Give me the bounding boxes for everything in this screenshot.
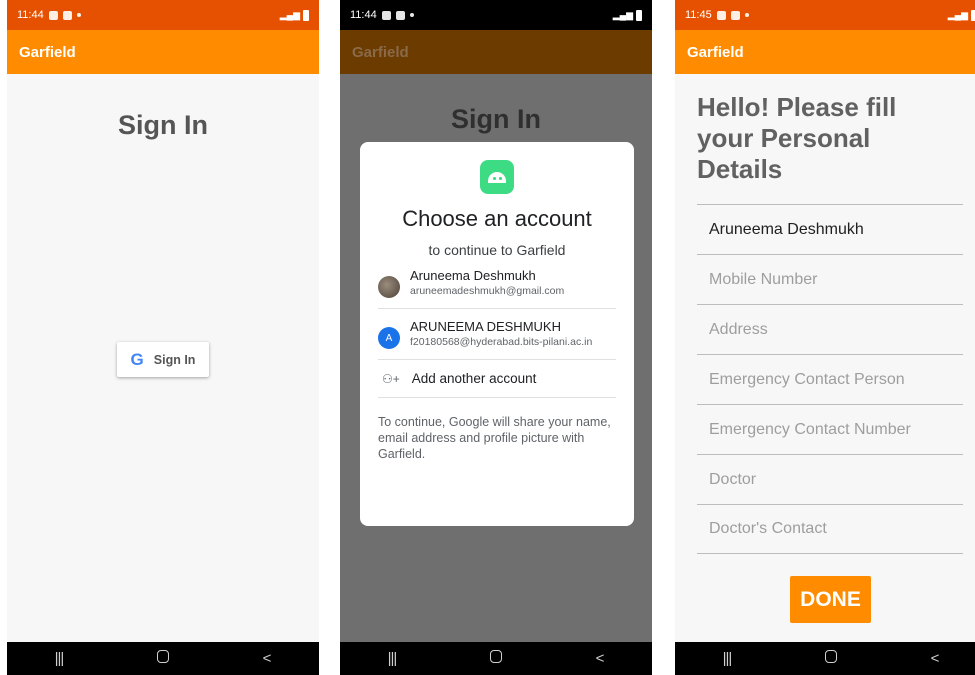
phone-screen-sign-in: 11:44 ▂▄▆ Garfield Sign In G Sign In |||… [7, 0, 319, 675]
emergency-contact-number-field[interactable]: Emergency Contact Number [697, 404, 963, 454]
app-title: Garfield [19, 43, 76, 61]
account-option[interactable]: A ARUNEEMA DESHMUKH f20180568@hyderabad.… [378, 309, 616, 360]
done-button[interactable]: DONE [790, 576, 871, 623]
home-button[interactable] [811, 650, 851, 667]
app-bar: Garfield [675, 30, 975, 74]
signal-wifi-icon: ▂▄▆ [279, 9, 300, 20]
doctor-contact-field[interactable]: Doctor's Contact [697, 504, 963, 554]
account-email: f20180568@hyderabad.bits-pilani.ac.in [410, 336, 593, 348]
status-time: 11:44 [17, 9, 44, 21]
emergency-contact-person-field[interactable]: Emergency Contact Person [697, 354, 963, 404]
notification-icon [62, 10, 72, 20]
status-bar: 11:44 ▂▄▆ [7, 0, 319, 30]
app-title: Garfield [352, 43, 409, 61]
dialog-subtitle: to continue to Garfield [428, 242, 566, 258]
add-account-label: Add another account [411, 371, 537, 386]
doctor-field[interactable]: Doctor [697, 454, 963, 504]
add-another-account-button[interactable]: ⚇+ Add another account [378, 360, 616, 398]
page-title: Sign In [451, 104, 541, 134]
back-button[interactable]: < [915, 650, 955, 667]
system-navigation-bar: ||| < [340, 642, 652, 675]
consent-text: To continue, Google will share your name… [378, 415, 611, 461]
account-name: ARUNEEMA DESHMUKH [410, 319, 561, 334]
choose-account-dialog: Choose an account to continue to Garfiel… [360, 142, 634, 526]
avatar: A [378, 327, 400, 349]
address-field[interactable]: Address [697, 304, 963, 354]
signal-wifi-icon: ▂▄▆ [947, 9, 968, 20]
account-name: Aruneema Deshmukh [410, 268, 536, 283]
name-value: Aruneema Deshmukh [709, 220, 864, 238]
app-bar: Garfield [340, 30, 652, 74]
back-button[interactable]: < [580, 650, 620, 667]
gallery-notification-icon [716, 10, 726, 20]
recent-apps-button[interactable]: ||| [372, 650, 412, 667]
app-title: Garfield [687, 43, 744, 61]
page-title: Sign In [118, 110, 208, 140]
mobile-number-field[interactable]: Mobile Number [697, 254, 963, 304]
linkedin-notification-icon [395, 10, 405, 20]
home-icon [490, 650, 502, 663]
form-heading: Hello! Please fill your Personal Details [697, 92, 897, 184]
dialog-title: Choose an account [402, 206, 592, 231]
personal-details-form: Hello! Please fill your Personal Details… [675, 74, 975, 642]
phone-screen-choose-account: 11:44 ▂▄▆ Garfield Sign In Choose an acc… [340, 0, 652, 675]
google-logo-icon: G [130, 349, 144, 369]
linkedin-notification-icon [48, 10, 58, 20]
avatar [378, 276, 400, 298]
google-sign-in-button[interactable]: G Sign In [117, 342, 209, 377]
signal-wifi-icon: ▂▄▆ [612, 9, 633, 20]
account-email: aruneemadeshmukh@gmail.com [410, 285, 565, 297]
status-time: 11:45 [685, 9, 712, 21]
add-person-icon: ⚇+ [382, 371, 400, 386]
gallery-notification-icon [381, 10, 391, 20]
home-icon [157, 650, 169, 663]
status-bar: 11:45 ▂▄▆ [675, 0, 975, 30]
dot-icon [76, 13, 81, 17]
sign-in-content: Sign In G Sign In [7, 74, 319, 642]
recent-apps-button[interactable]: ||| [707, 650, 747, 667]
phone-screen-personal-details: 11:45 ▂▄▆ Garfield Hello! Please fill yo… [675, 0, 975, 675]
account-option[interactable]: Aruneema Deshmukh aruneemadeshmukh@gmail… [378, 258, 616, 309]
home-icon [825, 650, 837, 663]
system-navigation-bar: ||| < [675, 642, 975, 675]
battery-icon [636, 9, 642, 21]
linkedin-notification-icon [730, 10, 740, 20]
status-time: 11:44 [350, 9, 377, 21]
google-sign-in-label: Sign In [153, 352, 196, 367]
dot-icon [409, 13, 414, 17]
system-navigation-bar: ||| < [7, 642, 319, 675]
back-button[interactable]: < [247, 650, 287, 667]
dot-icon [744, 13, 749, 17]
battery-icon [303, 9, 309, 21]
home-button[interactable] [143, 650, 183, 667]
app-bar: Garfield [7, 30, 319, 74]
battery-icon [971, 9, 975, 21]
name-field[interactable]: Aruneema Deshmukh [697, 204, 963, 254]
status-bar: 11:44 ▂▄▆ [340, 0, 652, 30]
android-app-icon [480, 160, 514, 194]
recent-apps-button[interactable]: ||| [39, 650, 79, 667]
home-button[interactable] [476, 650, 516, 667]
